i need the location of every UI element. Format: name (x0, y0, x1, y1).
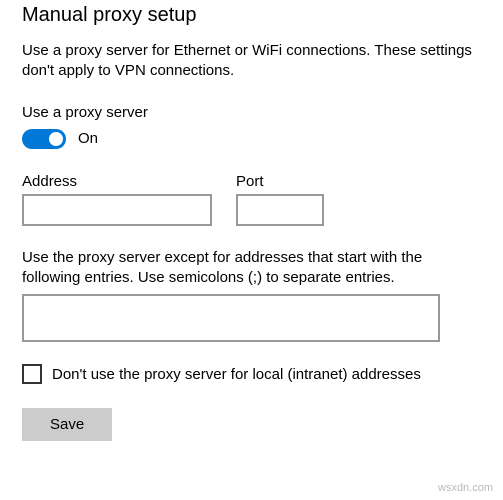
address-input[interactable] (22, 194, 212, 226)
proxy-settings-panel: Manual proxy setup Use a proxy server fo… (0, 0, 503, 441)
proxy-description: Use a proxy server for Ethernet or WiFi … (22, 41, 481, 82)
local-bypass-checkbox[interactable] (22, 364, 42, 384)
toggle-knob-icon (49, 132, 63, 146)
port-label: Port (236, 173, 324, 190)
exceptions-description: Use the proxy server except for addresse… (22, 248, 481, 289)
local-bypass-label: Don't use the proxy server for local (in… (52, 366, 421, 383)
proxy-fields-row: Address Port (22, 173, 481, 226)
use-proxy-label: Use a proxy server (22, 104, 481, 121)
save-button[interactable]: Save (22, 408, 112, 441)
exceptions-input[interactable] (22, 294, 440, 342)
port-input[interactable] (236, 194, 324, 226)
address-field-group: Address (22, 173, 212, 226)
use-proxy-toggle-row: On (22, 129, 481, 149)
address-label: Address (22, 173, 212, 190)
use-proxy-toggle-section: Use a proxy server On (22, 104, 481, 149)
use-proxy-state: On (78, 130, 98, 147)
watermark-text: wsxdn.com (438, 482, 493, 494)
page-title: Manual proxy setup (22, 4, 481, 27)
local-bypass-row: Don't use the proxy server for local (in… (22, 364, 481, 384)
port-field-group: Port (236, 173, 324, 226)
use-proxy-toggle[interactable] (22, 129, 66, 149)
